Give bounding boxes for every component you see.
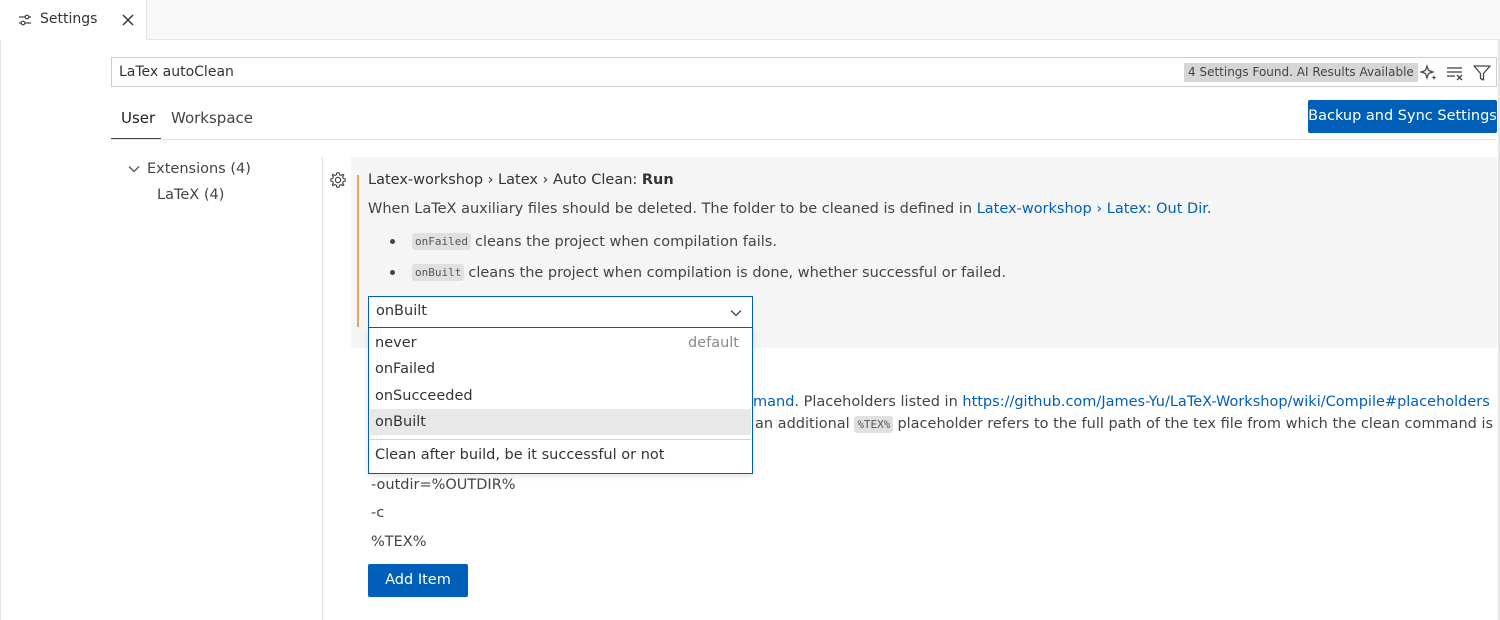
- active-tab-indicator: [111, 138, 161, 139]
- results-count-badge: 4 Settings Found. AI Results Available: [1184, 63, 1418, 82]
- sparkle-ai-icon[interactable]: [1419, 63, 1439, 83]
- backup-sync-button[interactable]: Backup and Sync Settings: [1308, 100, 1497, 133]
- setting2-command-link[interactable]: mand: [753, 394, 794, 410]
- setting2-text: placeholder refers to the full path of t…: [897, 416, 1494, 432]
- modified-indicator: [357, 175, 359, 327]
- select-option-onbuilt[interactable]: onBuilt: [370, 409, 751, 435]
- select-option-onfailed[interactable]: onFailed: [370, 356, 751, 382]
- setting2-description-line1: mand. Placeholders listed in https://git…: [753, 394, 1490, 410]
- list-item: onFailed cleans the project when compila…: [390, 233, 777, 250]
- option-label: onFailed: [375, 361, 436, 377]
- gear-icon[interactable]: [329, 171, 347, 189]
- setting-description-text: When LaTeX auxiliary files should be del…: [368, 201, 977, 217]
- toc-item-latex[interactable]: LaTeX (4): [157, 187, 224, 203]
- select-option-never[interactable]: never default: [370, 330, 751, 356]
- inline-code: %TEX%: [854, 416, 894, 433]
- list-item: onBuilt cleans the project when compilat…: [390, 264, 1006, 281]
- tab-settings[interactable]: Settings: [0, 0, 147, 40]
- toc-item-extensions[interactable]: Extensions (4): [126, 161, 251, 177]
- list-item[interactable]: -c: [371, 505, 384, 521]
- setting-title-path: Latex-workshop › Latex › Auto Clean:: [368, 172, 642, 188]
- setting-description: When LaTeX auxiliary files should be del…: [368, 201, 1211, 217]
- setting2-description-line2: an additional %TEX% placeholder refers to…: [755, 416, 1494, 433]
- chevron-down-icon: [128, 166, 140, 173]
- close-icon[interactable]: [119, 11, 137, 29]
- out-dir-link[interactable]: Latex-workshop › Latex: Out Dir: [977, 201, 1207, 217]
- option-label: onBuilt: [375, 414, 426, 430]
- inline-code: onFailed: [412, 233, 471, 250]
- scope-tabs-divider: [111, 139, 1497, 140]
- clear-filter-icon[interactable]: [1445, 63, 1465, 83]
- settings-sliders-icon: [19, 14, 31, 26]
- editor-tab-strip: Settings: [0, 0, 1500, 40]
- list-item[interactable]: %TEX%: [371, 534, 427, 550]
- bullet-dot: [390, 270, 395, 275]
- search-input[interactable]: [119, 64, 1119, 80]
- window-border-left: [0, 40, 1, 620]
- bullet-dot: [390, 239, 395, 244]
- option-label: never: [375, 335, 417, 351]
- setting2-text: an additional: [755, 416, 855, 432]
- placeholders-url-link[interactable]: https://github.com/James-Yu/LaTeX-Worksh…: [962, 394, 1489, 410]
- setting-title-name: Run: [641, 172, 674, 188]
- default-label: default: [687, 335, 739, 351]
- dropdown-divider: [370, 439, 751, 440]
- tab-workspace[interactable]: Workspace: [171, 109, 253, 127]
- tab-label: Settings: [40, 11, 98, 27]
- bullet-text: cleans the project when compilation is d…: [468, 264, 1006, 281]
- setting2-text: . Placeholders listed in: [794, 394, 963, 410]
- inline-code: onBuilt: [412, 264, 465, 281]
- chevron-down-icon: [730, 310, 742, 317]
- select-value: onBuilt: [376, 303, 427, 319]
- add-item-button[interactable]: Add Item: [368, 564, 468, 597]
- filter-icon[interactable]: [1472, 63, 1492, 83]
- settings-search-box: 4 Settings Found. AI Results Available: [111, 57, 1497, 87]
- setting-title: Latex-workshop › Latex › Auto Clean: Run: [368, 172, 674, 188]
- auto-clean-run-select[interactable]: onBuilt: [368, 296, 753, 328]
- toc-divider: [322, 156, 323, 620]
- select-dropdown-list: never default onFailed onSucceeded onBui…: [368, 328, 753, 474]
- select-option-onsucceeded[interactable]: onSucceeded: [370, 383, 751, 409]
- option-label: onSucceeded: [375, 388, 473, 404]
- setting-description-end: .: [1206, 201, 1212, 217]
- bullet-text: cleans the project when compilation fail…: [474, 233, 777, 250]
- tab-user[interactable]: User: [121, 109, 155, 127]
- toc-extensions-label: Extensions (4): [147, 161, 251, 177]
- list-item[interactable]: -outdir=%OUTDIR%: [371, 477, 516, 493]
- option-description: Clean after build, be it successful or n…: [375, 447, 665, 463]
